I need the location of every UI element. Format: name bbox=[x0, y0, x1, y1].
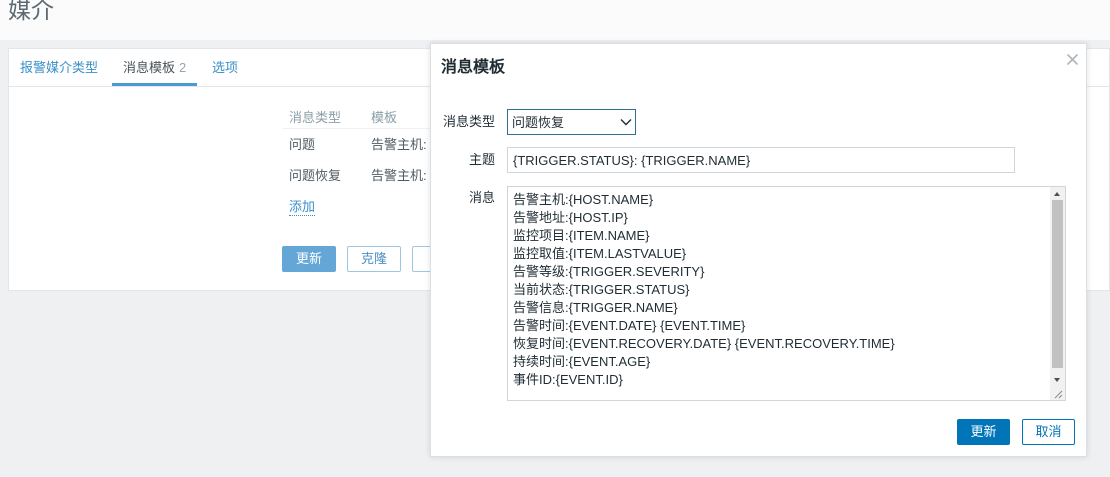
subject-input[interactable] bbox=[507, 147, 1015, 173]
message-type-select-wrapper: 问题恢复 bbox=[507, 109, 636, 135]
tab-count-badge: 2 bbox=[179, 60, 187, 75]
dialog-cancel-button[interactable]: 取消 bbox=[1022, 419, 1075, 445]
column-header-message-type: 消息类型 bbox=[289, 110, 342, 125]
message-scrollbar[interactable] bbox=[1050, 187, 1065, 400]
add-template-link[interactable]: 添加 bbox=[289, 199, 316, 216]
message-label: 消息 bbox=[468, 190, 495, 205]
tab-label: 消息模板 bbox=[123, 60, 176, 75]
tab-label: 报警媒介类型 bbox=[20, 60, 99, 75]
page-header: 媒介 bbox=[0, 0, 1110, 40]
template-cell: 告警主机: bbox=[371, 168, 427, 183]
subject-label: 主题 bbox=[468, 152, 495, 167]
message-type-cell: 问题恢复 bbox=[289, 168, 342, 183]
update-button[interactable]: 更新 bbox=[282, 246, 336, 272]
page-title: 媒介 bbox=[8, 0, 54, 23]
scroll-down-arrow-icon[interactable] bbox=[1050, 373, 1065, 387]
template-cell: 告警主机: bbox=[371, 137, 427, 152]
dialog-title: 消息模板 bbox=[441, 59, 506, 76]
column-header-template: 模板 bbox=[371, 110, 398, 125]
scrollbar-thumb[interactable] bbox=[1052, 200, 1063, 368]
dialog-close-button[interactable] bbox=[1064, 51, 1080, 67]
message-type-label: 消息类型 bbox=[442, 114, 495, 129]
resize-grip-icon[interactable] bbox=[1052, 388, 1063, 399]
tab-options[interactable]: 选项 bbox=[201, 49, 249, 86]
tab-media-type[interactable]: 报警媒介类型 bbox=[9, 49, 109, 86]
tab-label: 选项 bbox=[212, 60, 239, 75]
tab-message-templates[interactable]: 消息模板 2 bbox=[112, 49, 198, 86]
message-type-select[interactable]: 问题恢复 bbox=[507, 109, 636, 135]
clone-button[interactable]: 克隆 bbox=[347, 246, 401, 272]
message-template-dialog: 消息模板 消息类型 问题恢复 主题 消息 告警主机:{HOST.NAME} 告警… bbox=[430, 43, 1087, 457]
dialog-update-button[interactable]: 更新 bbox=[957, 419, 1010, 445]
message-field: 告警主机:{HOST.NAME} 告警地址:{HOST.IP} 监控项目:{IT… bbox=[507, 186, 1066, 401]
message-type-cell: 问题 bbox=[289, 137, 316, 152]
message-textarea[interactable]: 告警主机:{HOST.NAME} 告警地址:{HOST.IP} 监控项目:{IT… bbox=[508, 187, 1050, 400]
scroll-up-arrow-icon[interactable] bbox=[1050, 187, 1065, 200]
close-icon bbox=[1067, 54, 1078, 65]
